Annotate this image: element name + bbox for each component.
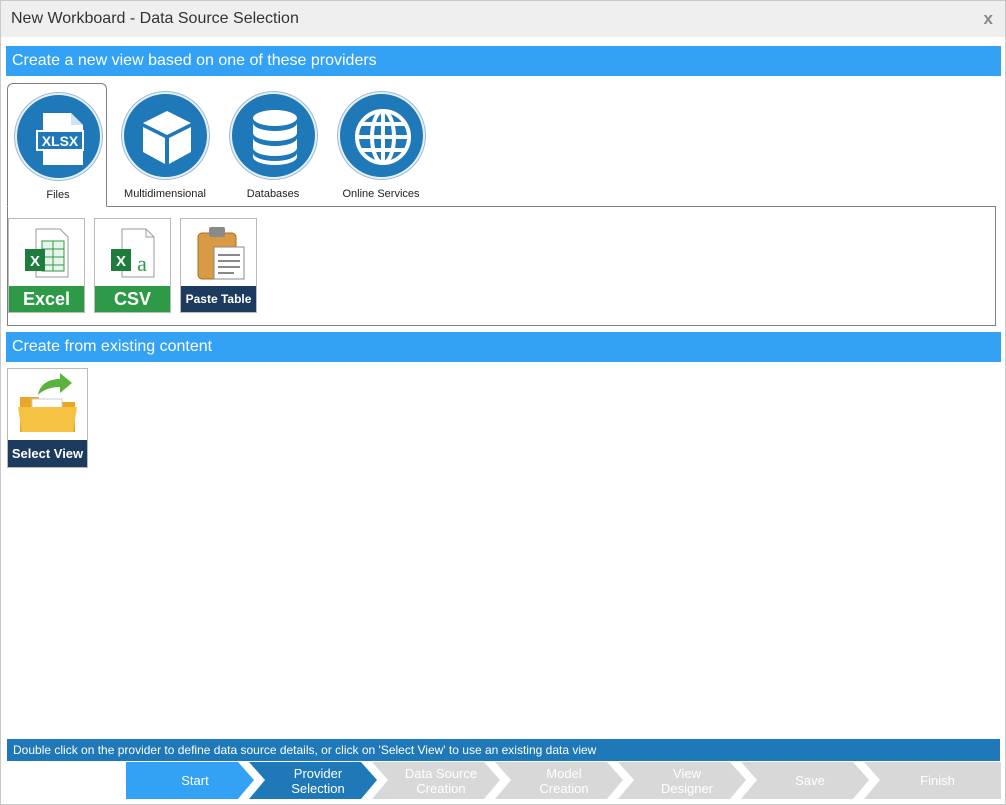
status-bar: Double click on the provider to define d… [7, 739, 1000, 761]
select-view-label: Select View [8, 440, 87, 467]
database-icon [230, 92, 317, 179]
wizard-step-save-label: Save [795, 773, 825, 788]
wizard-step-provider-selection[interactable]: Provider Selection [249, 762, 377, 799]
window-title: New Workboard - Data Source Selection [11, 10, 299, 27]
excel-label: Excel [9, 286, 84, 312]
wizard-step-data-source-creation: Data Source Creation [372, 762, 500, 799]
data-source-dialog: New Workboard - Data Source Selection x … [0, 0, 1006, 805]
tab-databases-label: Databases [246, 188, 300, 200]
folder-arrow-icon [8, 369, 87, 441]
tab-files-label: Files [46, 189, 70, 201]
wizard-steps: Start Provider Selection Data Source Creat… [126, 762, 1001, 799]
csv-provider-tile[interactable]: a X CSV [94, 218, 171, 313]
paste-table-provider-tile[interactable]: Paste Table [180, 218, 257, 313]
wizard-step-finish: Finish [864, 762, 1001, 799]
wizard-step-view-designer-label: View Designer [660, 765, 714, 796]
svg-text:a: a [137, 251, 147, 276]
wizard-step-finish-label: Finish [920, 773, 955, 788]
csv-file-icon: a X [95, 219, 170, 287]
tab-online-services[interactable]: Online Services [331, 83, 431, 207]
svg-text:XLSX: XLSX [42, 133, 79, 149]
excel-file-icon: X [9, 219, 84, 287]
cube-icon [122, 92, 209, 179]
wizard-step-model-creation-label: Model Creation [539, 765, 589, 796]
svg-text:X: X [30, 253, 40, 270]
wizard-step-model-creation: Model Creation [495, 762, 623, 799]
tab-multidimensional-label: Multidimensional [124, 188, 206, 200]
svg-text:X: X [116, 253, 126, 270]
tab-files[interactable]: XLSX Files [7, 83, 107, 207]
xlsx-file-icon: XLSX [15, 93, 102, 180]
wizard-step-provider-selection-label: Provider Selection [291, 765, 345, 796]
tab-online-services-label: Online Services [342, 188, 420, 200]
globe-icon [338, 92, 425, 179]
clipboard-icon [181, 219, 256, 287]
tab-databases[interactable]: Databases [223, 83, 323, 207]
title-bar: New Workboard - Data Source Selection x [1, 1, 1005, 37]
wizard-step-start[interactable]: Start [126, 762, 254, 799]
paste-table-label: Paste Table [181, 286, 256, 312]
tab-multidimensional[interactable]: Multidimensional [115, 83, 215, 207]
providers-heading: Create a new view based on one of these … [6, 46, 1001, 76]
select-view-tile[interactable]: Select View [7, 368, 88, 468]
csv-label: CSV [95, 286, 170, 312]
existing-content-heading: Create from existing content [6, 332, 1001, 362]
files-tab-panel: X Excel a X CSV Paste Table [7, 206, 996, 326]
wizard-step-view-designer: View Designer [618, 762, 746, 799]
wizard-step-save: Save [741, 762, 869, 799]
wizard-step-start-label: Start [181, 773, 209, 788]
wizard-step-data-source-creation-label: Data Source Creation [404, 765, 478, 796]
close-icon[interactable]: x [984, 9, 993, 29]
excel-provider-tile[interactable]: X Excel [8, 218, 85, 313]
